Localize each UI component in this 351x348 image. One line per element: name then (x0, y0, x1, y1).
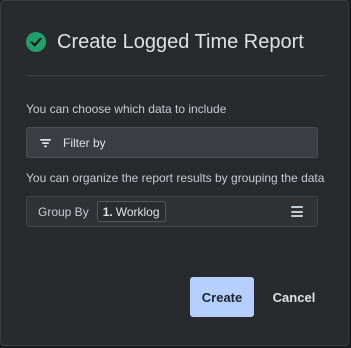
filter-by-label: Filter by (63, 135, 106, 150)
group-chip-worklog[interactable]: 1. Worklog (96, 201, 166, 222)
filter-icon (39, 138, 53, 148)
group-chip-name: Worklog (115, 204, 160, 219)
create-button[interactable]: Create (190, 277, 254, 317)
hamburger-menu-icon[interactable] (291, 206, 303, 217)
create-report-dialog: Create Logged Time Report You can choose… (0, 0, 349, 346)
dialog-title: Create Logged Time Report (57, 30, 304, 53)
header-divider (26, 75, 326, 76)
group-chip-number: 1. (102, 204, 113, 219)
group-by-field[interactable]: Group By 1. Worklog (26, 196, 318, 227)
filter-by-button[interactable]: Filter by (26, 127, 318, 158)
include-data-label: You can choose which data to include (26, 102, 227, 116)
group-data-label: You can organize the report results by g… (26, 171, 325, 185)
dialog-header: Create Logged Time Report (26, 28, 304, 56)
cancel-button[interactable]: Cancel (263, 277, 325, 317)
check-circle-icon (26, 32, 46, 52)
group-by-label: Group By (38, 204, 89, 219)
